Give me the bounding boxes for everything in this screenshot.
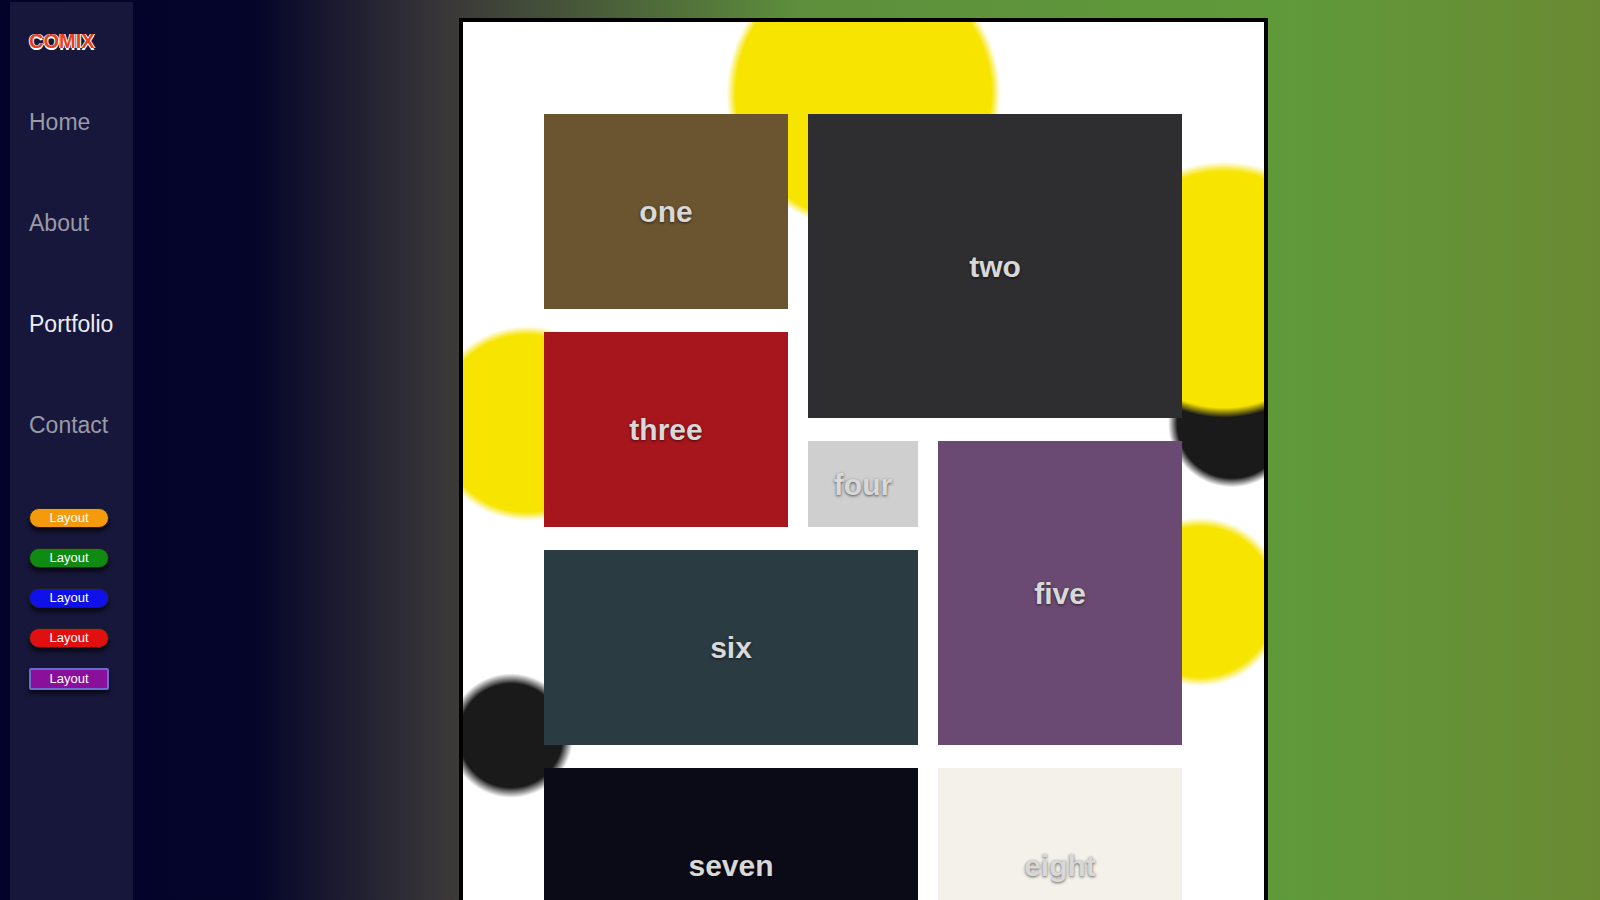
layout-button[interactable]: Layout <box>29 508 109 528</box>
tile-label: three <box>629 407 702 452</box>
tile-label: seven <box>688 843 773 888</box>
nav-item[interactable]: Home <box>29 109 113 135</box>
portfolio-tile[interactable]: seven <box>544 768 918 900</box>
portfolio-tile[interactable]: four <box>808 441 918 527</box>
portfolio-tile[interactable]: one <box>544 114 788 309</box>
portfolio-tile[interactable]: three <box>544 332 788 527</box>
logo[interactable]: COMIX <box>29 28 95 54</box>
tile-label: two <box>969 244 1021 289</box>
tile-label: five <box>1034 571 1086 616</box>
layout-button[interactable]: Layout <box>29 548 109 568</box>
portfolio-tile[interactable]: six <box>544 550 918 745</box>
nav: Home About Portfolio Contact <box>29 109 113 438</box>
sidebar: COMIXHomeAboutPortfolioContactLayoutLayo… <box>10 2 133 900</box>
nav-item[interactable]: About <box>29 210 113 236</box>
tile-label: eight <box>1024 843 1096 888</box>
nav-item[interactable]: Contact <box>29 412 113 438</box>
portfolio-frame: one two three four five six seven eight <box>459 18 1268 900</box>
portfolio-tile[interactable]: two <box>808 114 1182 418</box>
tile-grid: one two three four five six seven eight <box>544 114 1264 900</box>
layout-button[interactable]: Layout <box>29 628 109 648</box>
nav-item[interactable]: Portfolio <box>29 311 113 337</box>
content: one two three four five six seven eight <box>133 0 1600 900</box>
portfolio-tile[interactable]: eight <box>938 768 1182 900</box>
tile-label: six <box>710 625 752 670</box>
page: COMIXHomeAboutPortfolioContactLayoutLayo… <box>0 0 1600 900</box>
tile-label: four <box>834 462 892 507</box>
layout-buttons: Layout Layout Layout Layout Layout <box>29 508 109 690</box>
layout-button[interactable]: Layout <box>29 668 109 690</box>
tile-label: one <box>639 189 692 234</box>
portfolio-tile[interactable]: five <box>938 441 1182 745</box>
layout-button[interactable]: Layout <box>29 588 109 608</box>
